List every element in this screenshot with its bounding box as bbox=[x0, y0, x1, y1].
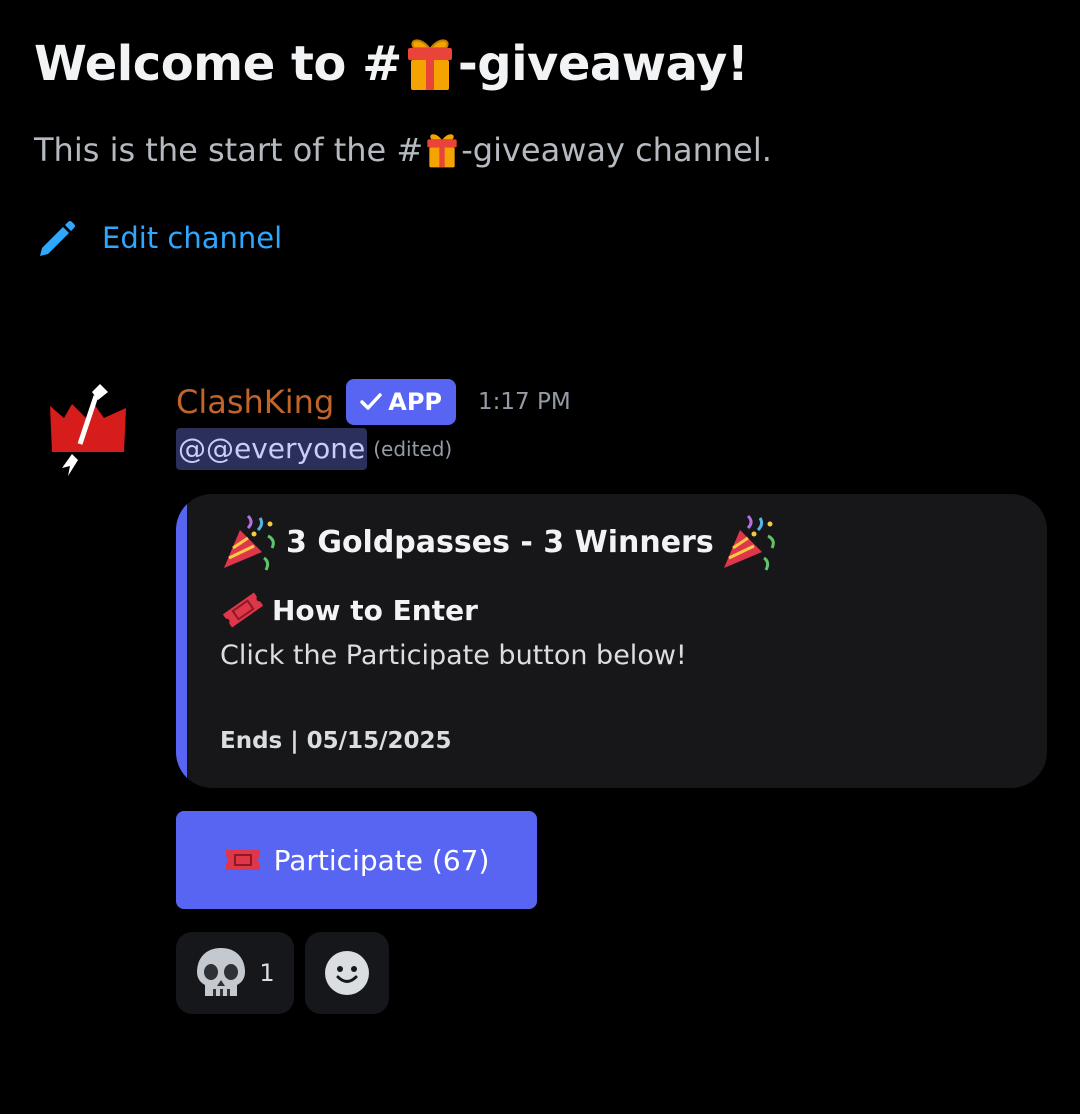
edit-channel-label: Edit channel bbox=[102, 221, 283, 255]
channel-welcome-title: Welcome to # -giveaway! bbox=[34, 34, 749, 94]
embed-footer: Ends | 05/15/2025 bbox=[220, 728, 452, 754]
message-header: ClashKing APP 1:17 PM bbox=[176, 378, 571, 426]
ticket-icon bbox=[222, 592, 264, 628]
welcome-title-prefix: Welcome to # bbox=[34, 36, 402, 92]
app-badge: APP bbox=[346, 379, 457, 425]
skull-reaction[interactable]: 1 bbox=[176, 932, 294, 1014]
embed-field-name-text: How to Enter bbox=[272, 593, 478, 627]
message-content: @@everyone (edited) bbox=[176, 428, 452, 470]
participate-button[interactable]: Participate (67) bbox=[176, 811, 537, 909]
ticket-icon bbox=[225, 850, 260, 870]
embed-accent-bar bbox=[176, 494, 187, 788]
giveaway-embed: 3 Goldpasses - 3 Winners How to Enter Cl… bbox=[176, 494, 1047, 788]
edited-label: (edited) bbox=[373, 437, 453, 461]
bot-avatar[interactable] bbox=[46, 382, 130, 478]
embed-field-value: Click the Participate button below! bbox=[220, 640, 687, 671]
gift-icon bbox=[407, 39, 452, 90]
reaction-count: 1 bbox=[259, 959, 275, 987]
author-name[interactable]: ClashKing bbox=[176, 383, 334, 421]
add-reaction-button[interactable] bbox=[305, 932, 389, 1014]
checkmark-icon bbox=[360, 393, 383, 410]
gift-icon bbox=[427, 134, 457, 168]
message-timestamp[interactable]: 1:17 PM bbox=[478, 389, 571, 415]
embed-title-text: 3 Goldpasses - 3 Winners bbox=[286, 524, 714, 560]
skull-icon bbox=[197, 948, 246, 996]
welcome-title-suffix: -giveaway! bbox=[457, 36, 749, 92]
add-reaction-icon bbox=[325, 951, 369, 995]
participate-button-label: Participate (67) bbox=[273, 843, 490, 877]
embed-field-name: How to Enter bbox=[220, 590, 478, 630]
everyone-mention[interactable]: @@everyone bbox=[176, 428, 368, 470]
party-popper-icon bbox=[224, 514, 275, 571]
welcome-subtitle-prefix: This is the start of the # bbox=[34, 131, 424, 169]
party-popper-icon bbox=[723, 514, 775, 571]
channel-welcome-subtitle: This is the start of the # -giveaway cha… bbox=[34, 130, 772, 170]
edit-channel-link[interactable]: Edit channel bbox=[36, 218, 282, 258]
app-badge-label: APP bbox=[388, 388, 443, 416]
embed-title: 3 Goldpasses - 3 Winners bbox=[220, 512, 780, 572]
welcome-subtitle-suffix: -giveaway channel. bbox=[461, 131, 772, 169]
pencil-icon bbox=[40, 221, 75, 256]
